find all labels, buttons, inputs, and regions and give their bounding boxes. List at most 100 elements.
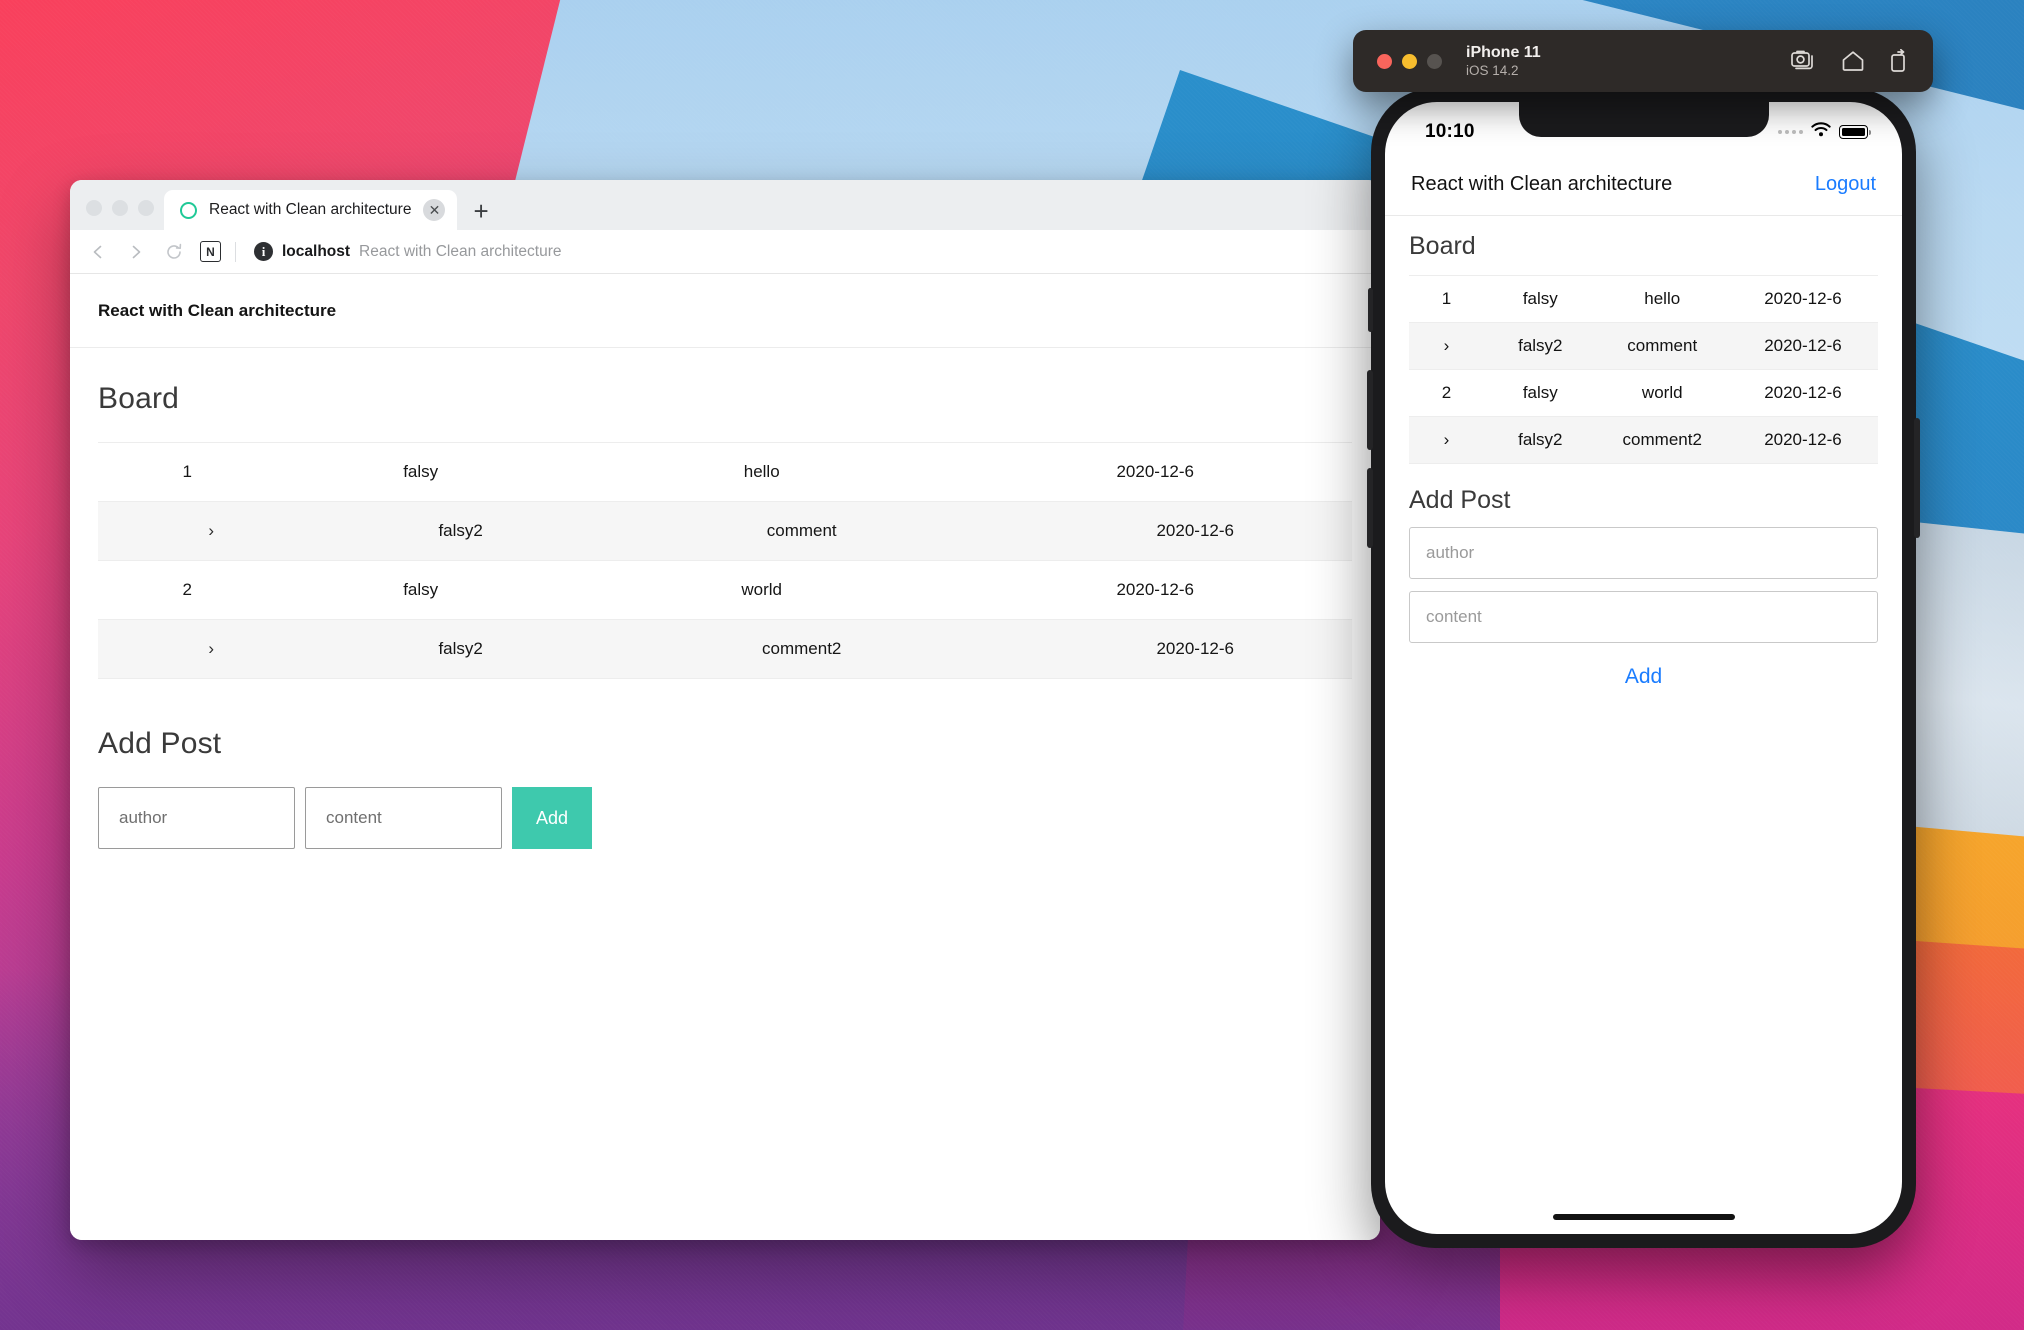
chevron-left-icon[interactable] [86, 240, 110, 264]
logout-button[interactable]: Logout [1815, 173, 1876, 196]
row-id: 2 [182, 580, 192, 599]
row-date: 2020-12-6 [1156, 521, 1234, 540]
close-icon[interactable]: ✕ [423, 199, 446, 221]
row-author: falsy [403, 580, 439, 599]
content-input[interactable] [305, 787, 502, 849]
author-input[interactable] [98, 787, 295, 849]
signal-dots-icon [1778, 130, 1803, 134]
add-post-section-title-mobile: Add Post [1409, 486, 1511, 514]
row-expand-icon[interactable]: › [1409, 323, 1484, 370]
address-bar[interactable]: i localhost React with Clean architectur… [254, 242, 562, 261]
row-content: hello [743, 462, 780, 481]
simulator-os-version: iOS 14.2 [1466, 62, 1519, 78]
row-author: falsy2 [1518, 430, 1563, 449]
browser-tab-title: React with Clean architecture [209, 201, 412, 218]
circle-favicon-icon [180, 201, 197, 219]
extension-icon[interactable]: N [200, 241, 221, 262]
add-post-section-title: Add Post [98, 727, 222, 760]
row-date: 2020-12-6 [1156, 639, 1234, 658]
row-content: hello [1644, 289, 1681, 308]
camera-icon[interactable] [1791, 50, 1817, 72]
app-title: React with Clean architecture [1411, 173, 1673, 195]
toolbar-divider [235, 241, 236, 262]
browser-tab[interactable]: React with Clean architecture ✕ [164, 190, 458, 230]
app-header-mobile: React with Clean architecture Logout [1385, 154, 1902, 216]
board-section-title-mobile: Board [1409, 232, 1476, 260]
row-id: 1 [1441, 289, 1452, 308]
row-author: falsy [1522, 289, 1558, 308]
row-author: falsy2 [1518, 336, 1563, 355]
row-content: comment [1627, 336, 1698, 355]
window-traffic-lights [86, 200, 154, 230]
simulator-actions [1791, 49, 1909, 73]
table-row[interactable]: 1 falsy hello 2020-12-6 [1409, 275, 1878, 323]
silent-switch-button[interactable] [1368, 288, 1373, 332]
row-author: falsy [403, 462, 439, 481]
table-row[interactable]: 2 falsy world 2020-12-6 [1409, 369, 1878, 417]
chevron-right-icon[interactable] [124, 240, 148, 264]
ios-status-bar: 10:10 [1385, 102, 1902, 154]
home-icon[interactable] [1841, 50, 1865, 72]
row-content: world [741, 580, 783, 599]
simulator-zoom-button [1427, 53, 1442, 69]
browser-viewport: React with Clean architecture Board 1 fa… [70, 274, 1380, 1240]
content-input-mobile[interactable] [1409, 591, 1878, 643]
row-content: comment2 [762, 639, 842, 658]
address-host: localhost [282, 242, 351, 260]
page-title: React with Clean architecture [98, 300, 337, 320]
table-row[interactable]: › falsy2 comment2 2020-12-6 [1409, 416, 1878, 464]
simulator-device-name: iPhone 11 [1466, 43, 1541, 61]
status-time: 10:10 [1425, 121, 1475, 142]
table-row[interactable]: › falsy2 comment 2020-12-6 [1409, 322, 1878, 370]
table-row[interactable]: › falsy2 comment2 2020-12-6 [98, 619, 1352, 679]
rotate-icon[interactable] [1889, 49, 1909, 73]
home-indicator[interactable] [1552, 1214, 1735, 1220]
volume-down-button[interactable] [1367, 468, 1373, 548]
close-window-button[interactable] [86, 200, 102, 216]
row-content: comment [766, 521, 837, 540]
row-content: world [1641, 383, 1683, 402]
board-section-title: Board [98, 382, 180, 415]
minimize-window-button[interactable] [112, 200, 128, 216]
row-date: 2020-12-6 [1764, 336, 1842, 355]
row-expand-icon[interactable]: › [98, 502, 276, 561]
simulator-minimize-button[interactable] [1402, 53, 1417, 69]
ios-simulator: iPhone 11 iOS 14.2 10:10 React with Clea… [1353, 30, 1933, 1248]
page-content: Board 1 falsy hello 2020-12-6 › falsy2 c… [70, 348, 1380, 849]
row-content: comment2 [1622, 430, 1702, 449]
table-row[interactable]: › falsy2 comment 2020-12-6 [98, 501, 1352, 561]
power-button[interactable] [1914, 418, 1920, 538]
row-date: 2020-12-6 [1764, 289, 1842, 308]
row-date: 2020-12-6 [1116, 462, 1194, 481]
simulator-close-button[interactable] [1377, 53, 1392, 69]
author-input-mobile[interactable] [1409, 527, 1878, 579]
info-icon[interactable]: i [254, 242, 273, 261]
volume-up-button[interactable] [1367, 370, 1373, 450]
table-row[interactable]: 1 falsy hello 2020-12-6 [98, 442, 1352, 502]
row-id: 2 [1441, 383, 1452, 402]
browser-tab-bar: React with Clean architecture ✕ + [70, 180, 1380, 230]
table-row[interactable]: 2 falsy world 2020-12-6 [98, 560, 1352, 620]
simulator-titlebar: iPhone 11 iOS 14.2 [1353, 30, 1933, 92]
row-date: 2020-12-6 [1116, 580, 1194, 599]
new-tab-button[interactable]: + [457, 198, 504, 230]
app-header-desktop: React with Clean architecture [70, 274, 1380, 348]
row-expand-icon[interactable]: › [1409, 417, 1484, 464]
iphone-screen: 10:10 React with Clean architecture Logo… [1385, 102, 1902, 1234]
add-post-button-mobile[interactable]: Add [1409, 665, 1878, 689]
simulator-traffic-lights [1377, 53, 1442, 69]
simulator-device-info: iPhone 11 iOS 14.2 [1466, 44, 1541, 79]
row-date: 2020-12-6 [1764, 383, 1842, 402]
iphone-frame: 10:10 React with Clean architecture Logo… [1367, 88, 1920, 1248]
zoom-window-button[interactable] [138, 200, 154, 216]
wifi-icon [1811, 122, 1831, 142]
board-table-mobile: 1 falsy hello 2020-12-6 › falsy2 comment… [1409, 275, 1878, 464]
add-post-button[interactable]: Add [512, 787, 592, 849]
browser-window: React with Clean architecture ✕ + N i lo… [70, 180, 1380, 1240]
row-date: 2020-12-6 [1764, 430, 1842, 449]
reload-icon[interactable] [162, 240, 186, 264]
battery-icon [1839, 125, 1871, 139]
row-expand-icon[interactable]: › [98, 620, 276, 679]
row-author: falsy2 [438, 521, 483, 540]
add-post-form-desktop: Add [98, 787, 1352, 849]
